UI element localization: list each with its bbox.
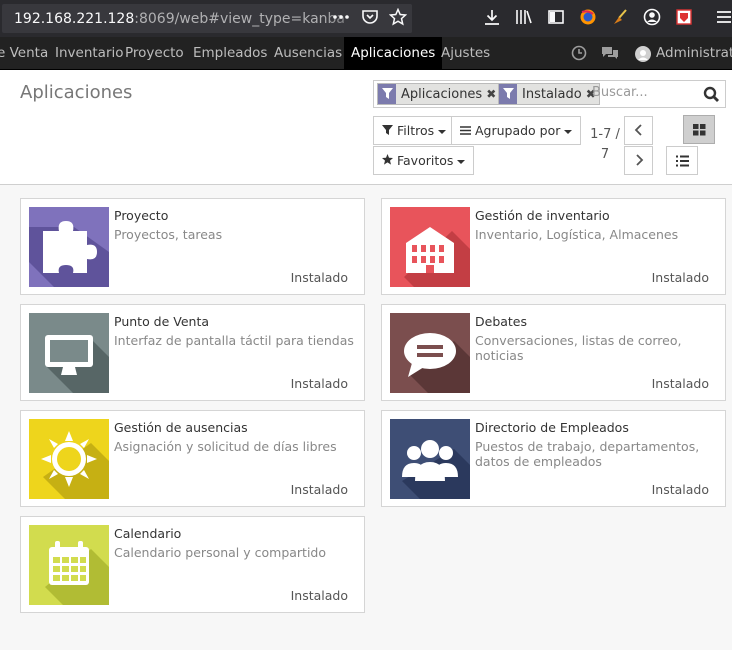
sidebar-icon[interactable] xyxy=(546,8,566,28)
list-view-button[interactable] xyxy=(666,146,698,175)
activity-clock-icon[interactable] xyxy=(571,45,587,65)
app-summary: Asignación y solicitud de días libres xyxy=(114,439,337,454)
groupby-button[interactable]: Agrupado por xyxy=(451,116,582,145)
sun-icon xyxy=(29,419,109,499)
chevron-right-icon xyxy=(635,154,643,166)
menu-item-empleados[interactable]: Empleados xyxy=(193,37,267,70)
menu-item-aplicaciones[interactable]: Aplicaciones xyxy=(344,37,443,70)
app-summary: Calendario personal y compartido xyxy=(114,545,327,560)
download-icon[interactable] xyxy=(482,8,502,28)
kanban-view-button[interactable] xyxy=(683,115,715,144)
menu-item-ausencias[interactable]: Ausencias xyxy=(274,37,342,70)
app-name: Gestión de inventario xyxy=(475,208,610,223)
filter-icon xyxy=(382,125,393,135)
app-name: Gestión de ausencias xyxy=(114,420,248,435)
extension-broom-icon[interactable] xyxy=(610,8,630,28)
app-status: Instalado xyxy=(651,482,709,497)
app-card-proyecto[interactable]: Proyecto Proyectos, tareas Instalado xyxy=(20,198,365,295)
facet-aplicaciones: Aplicaciones ✖ xyxy=(377,83,501,105)
menu-item-inventario[interactable]: Inventario xyxy=(55,37,124,70)
list-icon xyxy=(676,155,689,167)
building-icon xyxy=(390,207,470,287)
app-summary: Conversaciones, listas de correo, notici… xyxy=(475,333,682,363)
monitor-icon xyxy=(29,313,109,393)
app-name: Punto de Venta xyxy=(114,314,210,329)
app-name: Directorio de Empleados xyxy=(475,420,629,435)
app-summary: Puestos de trabajo, departamentos, datos… xyxy=(475,439,700,469)
app-name: Calendario xyxy=(114,526,182,541)
app-status: Instalado xyxy=(290,482,348,497)
filter-icon xyxy=(378,84,396,104)
main-navbar: e Venta Inventario Proyecto Empleados Au… xyxy=(0,37,732,70)
favorites-button[interactable]: Favoritos xyxy=(373,146,475,175)
app-card-debates[interactable]: Debates Conversaciones, listas de correo… xyxy=(381,304,726,401)
search-icon[interactable] xyxy=(703,86,720,103)
control-panel: Aplicaciones Aplicaciones ✖ Instalado ✖ Bu… xyxy=(0,70,732,185)
list-bars-icon xyxy=(460,126,471,135)
account-icon[interactable] xyxy=(642,8,662,28)
bookmark-star-icon[interactable] xyxy=(388,7,408,28)
app-card-calendario[interactable]: Calendario Calendario personal y compart… xyxy=(20,516,365,613)
search-view[interactable]: Aplicaciones ✖ Instalado ✖ Buscar... xyxy=(373,80,726,108)
page-title: Aplicaciones xyxy=(20,82,133,103)
facet-instalado: Instalado ✖ xyxy=(498,83,600,105)
app-summary: Proyectos, tareas xyxy=(114,227,223,242)
app-name: Proyecto xyxy=(114,208,169,223)
kanban-grid-icon xyxy=(693,124,706,136)
hamburger-menu-icon[interactable] xyxy=(714,8,732,28)
browser-toolbar: 192.168.221.128:8069/web#view_type=kanba xyxy=(0,0,732,37)
app-status: Instalado xyxy=(290,270,348,285)
pocket-icon[interactable] xyxy=(360,8,380,28)
menu-item-proyecto[interactable]: Proyecto xyxy=(125,37,184,70)
extension-shield-icon[interactable] xyxy=(674,8,694,28)
app-status: Instalado xyxy=(290,588,348,603)
app-card-punto-de-venta[interactable]: Punto de Venta Interfaz de pantalla táct… xyxy=(20,304,365,401)
app-summary: Inventario, Logística, Almacenes xyxy=(475,227,679,242)
pager-value[interactable]: 1-7 / xyxy=(587,127,623,142)
app-card-inventario[interactable]: Gestión de inventario Inventario, Logíst… xyxy=(381,198,726,295)
avatar[interactable] xyxy=(635,46,651,66)
filter-icon xyxy=(499,84,517,104)
star-icon xyxy=(382,154,393,165)
app-name: Debates xyxy=(475,314,528,329)
speech-bubble-icon xyxy=(390,313,470,393)
url-text: 192.168.221.128:8069/web#view_type=kanba xyxy=(14,11,346,27)
pager-previous-button[interactable] xyxy=(624,116,653,145)
puzzle-icon xyxy=(29,207,109,287)
app-card-ausencias[interactable]: Gestión de ausencias Asignación y solici… xyxy=(20,410,365,507)
app-status: Instalado xyxy=(651,376,709,391)
app-status: Instalado xyxy=(651,270,709,285)
users-icon xyxy=(390,419,470,499)
chevron-left-icon xyxy=(634,124,642,136)
menu-item-ajustes[interactable]: Ajustes xyxy=(441,37,490,70)
app-card-empleados[interactable]: Directorio de Empleados Puestos de traba… xyxy=(381,410,726,507)
app-status: Instalado xyxy=(290,376,348,391)
more-actions-icon[interactable] xyxy=(331,8,351,28)
app-summary: Interfaz de pantalla táctil para tiendas xyxy=(114,333,354,348)
firefox-icon[interactable] xyxy=(578,8,598,28)
user-menu[interactable]: Administrator xyxy=(656,37,732,70)
pager-total: 7 xyxy=(600,147,610,162)
search-input[interactable]: Buscar... xyxy=(592,85,648,100)
pager-next-button[interactable] xyxy=(624,146,653,175)
messages-icon[interactable] xyxy=(601,45,619,65)
filters-button[interactable]: Filtros xyxy=(373,116,456,145)
menu-item-venta[interactable]: e Venta xyxy=(0,37,48,70)
library-icon[interactable] xyxy=(514,8,534,28)
calendar-icon xyxy=(29,525,109,605)
